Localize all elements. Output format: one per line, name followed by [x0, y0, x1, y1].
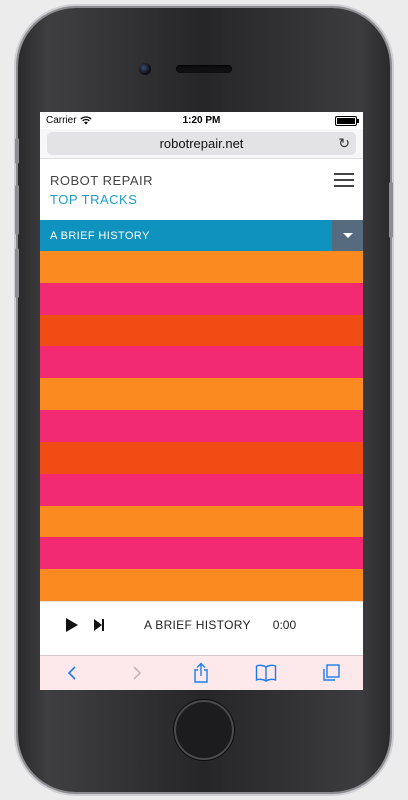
back-icon[interactable] — [60, 661, 84, 685]
front-camera — [139, 63, 151, 75]
power-button — [389, 182, 393, 238]
reload-icon[interactable]: ↻ — [338, 135, 350, 152]
hamburger-menu-icon[interactable] — [334, 173, 354, 187]
stripe-band — [40, 251, 363, 283]
site-subtitle[interactable]: TOP TRACKS — [50, 192, 353, 207]
address-bar: robotrepair.net ↻ — [40, 129, 363, 158]
volume-up-button — [15, 185, 19, 235]
stripe-band — [40, 410, 363, 442]
stripe-band — [40, 505, 363, 538]
site-header: ROBOT REPAIR TOP TRACKS — [40, 158, 363, 220]
url-text: robotrepair.net — [159, 136, 244, 151]
stripe-banner — [40, 251, 363, 601]
section-label: A BRIEF HISTORY — [50, 229, 150, 242]
clock: 1:20 PM — [182, 115, 221, 126]
skip-next-icon[interactable] — [94, 619, 104, 631]
tabs-icon[interactable] — [319, 661, 343, 685]
track-time: 0:00 — [272, 618, 297, 632]
audio-player: A BRIEF HISTORY 0:00 — [40, 601, 363, 648]
bookmarks-icon[interactable] — [254, 661, 278, 685]
earpiece-speaker — [176, 65, 232, 73]
mute-switch — [15, 138, 19, 164]
url-field[interactable]: robotrepair.net ↻ — [47, 132, 356, 155]
share-icon[interactable] — [189, 661, 213, 685]
track-title: A BRIEF HISTORY — [144, 618, 251, 632]
stripe-band — [40, 282, 363, 315]
screen: Carrier 1:20 PM robotrepair.net ↻ ROBOT … — [40, 112, 363, 690]
stripe-band — [40, 441, 363, 474]
home-button[interactable] — [174, 700, 234, 760]
battery-icon — [335, 115, 359, 126]
stripe-band — [40, 473, 363, 506]
play-icon[interactable] — [66, 618, 78, 632]
section-selector[interactable]: A BRIEF HISTORY — [40, 220, 363, 251]
stripe-band — [40, 537, 363, 570]
volume-down-button — [15, 248, 19, 298]
stripe-band — [40, 378, 363, 411]
stripe-band — [40, 314, 363, 347]
stripe-band — [40, 346, 363, 379]
dropdown-arrow-icon[interactable] — [332, 220, 363, 251]
safari-toolbar — [40, 655, 363, 690]
forward-icon[interactable] — [125, 661, 149, 685]
stripe-band — [40, 569, 363, 601]
status-bar: Carrier 1:20 PM — [40, 112, 363, 129]
site-title[interactable]: ROBOT REPAIR — [50, 173, 353, 188]
